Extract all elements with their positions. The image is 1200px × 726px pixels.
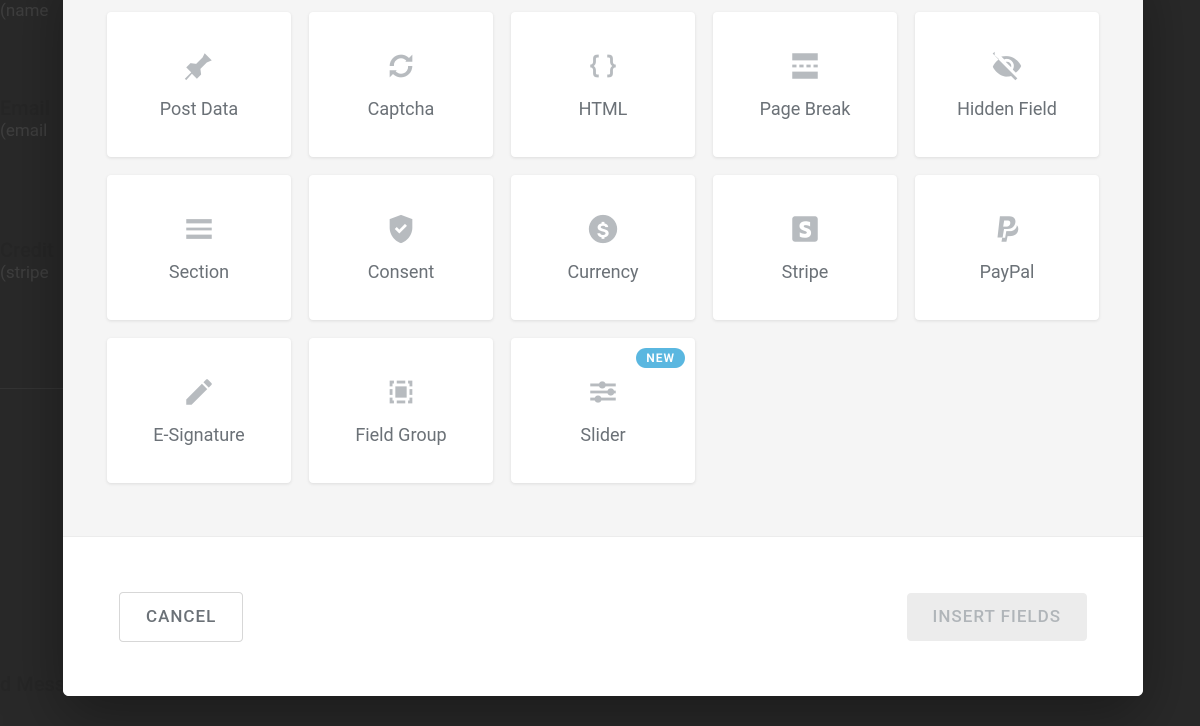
modal-body: Post Data Captcha HTML Page Break [63,0,1143,536]
group-icon [384,375,418,409]
page-break-icon [788,49,822,83]
eye-off-icon [990,49,1024,83]
tile-label: Field Group [355,425,446,446]
insert-fields-button[interactable]: INSERT FIELDS [907,593,1087,641]
tile-hidden-field[interactable]: Hidden Field [915,12,1099,157]
modal-footer: CANCEL INSERT FIELDS [63,536,1143,696]
tile-field-group[interactable]: Field Group [309,338,493,483]
tile-slider[interactable]: NEW Slider [511,338,695,483]
tile-section[interactable]: Section [107,175,291,320]
pencil-icon [182,375,216,409]
tile-page-break[interactable]: Page Break [713,12,897,157]
cancel-button[interactable]: CANCEL [119,592,243,642]
field-grid: Post Data Captcha HTML Page Break [107,12,1099,483]
tile-label: Consent [368,262,435,283]
tile-label: Slider [580,425,625,446]
tile-label: Hidden Field [957,99,1057,120]
thumbtack-icon [182,49,216,83]
sliders-icon [586,375,620,409]
tile-label: Stripe [782,262,829,283]
tile-label: Post Data [160,99,238,120]
tile-label: Captcha [368,99,435,120]
tile-post-data[interactable]: Post Data [107,12,291,157]
tile-label: E-Signature [153,425,244,446]
tile-label: Page Break [760,99,851,120]
tile-e-signature[interactable]: E-Signature [107,338,291,483]
dollar-circle-icon [586,212,620,246]
tile-label: PayPal [980,262,1035,283]
tile-label: Section [169,262,229,283]
tile-label: Currency [567,262,638,283]
bars-icon [182,212,216,246]
tile-consent[interactable]: Consent [309,175,493,320]
tile-captcha[interactable]: Captcha [309,12,493,157]
field-picker-modal: Post Data Captcha HTML Page Break [63,0,1143,696]
paypal-icon [990,212,1024,246]
tile-stripe[interactable]: Stripe [713,175,897,320]
braces-icon [586,49,620,83]
tile-html[interactable]: HTML [511,12,695,157]
shield-check-icon [384,212,418,246]
tile-currency[interactable]: Currency [511,175,695,320]
refresh-icon [384,49,418,83]
tile-label: HTML [579,99,628,120]
stripe-icon [788,212,822,246]
tile-paypal[interactable]: PayPal [915,175,1099,320]
badge-new: NEW [636,348,685,368]
